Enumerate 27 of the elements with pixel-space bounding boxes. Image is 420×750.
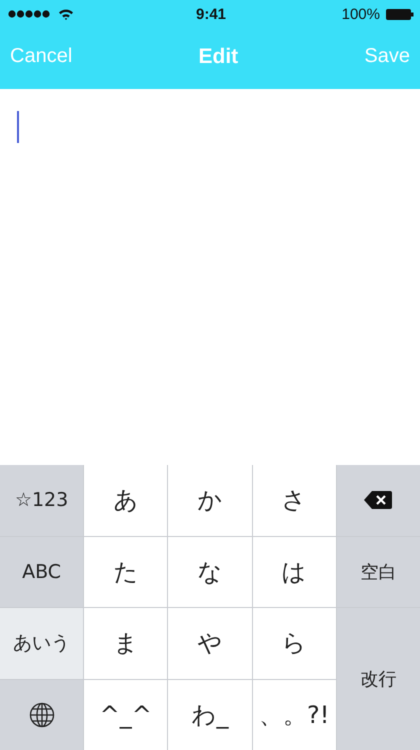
nav-title: Edit (198, 44, 238, 68)
signal-icon (8, 10, 52, 18)
return-key[interactable]: 改行 (336, 608, 420, 750)
keyboard-key[interactable]: ABC (0, 536, 84, 607)
globe-icon (28, 702, 55, 728)
keyboard-key[interactable]: か (168, 465, 252, 536)
keyboard-key[interactable]: や (168, 608, 252, 678)
battery-percent: 100% (342, 6, 380, 22)
keyboard-key[interactable]: あいう (0, 608, 84, 678)
globe-key[interactable] (0, 680, 84, 750)
delete-icon (363, 490, 394, 510)
wifi-icon (58, 8, 74, 20)
keyboard-key[interactable]: 、。?! (252, 680, 336, 750)
keyboard-key[interactable]: わ_ (168, 680, 252, 750)
keyboard-key[interactable]: あ (84, 465, 168, 536)
keyboard-key[interactable]: ま (84, 608, 168, 678)
space-key[interactable]: 空白 (336, 536, 420, 607)
keyboard-key[interactable]: さ (252, 465, 336, 536)
keyboard-key[interactable]: た (84, 536, 168, 607)
battery-icon (386, 8, 414, 20)
delete-key[interactable] (336, 465, 420, 536)
keyboard-key[interactable]: は (252, 536, 336, 607)
keyboard-key[interactable]: ☆123 (0, 465, 84, 536)
status-time: 9:41 (196, 6, 226, 22)
keyboard-key[interactable]: ら (252, 608, 336, 678)
keyboard-key[interactable]: な (168, 536, 252, 607)
keyboard-key[interactable]: ^_^ (84, 680, 168, 750)
